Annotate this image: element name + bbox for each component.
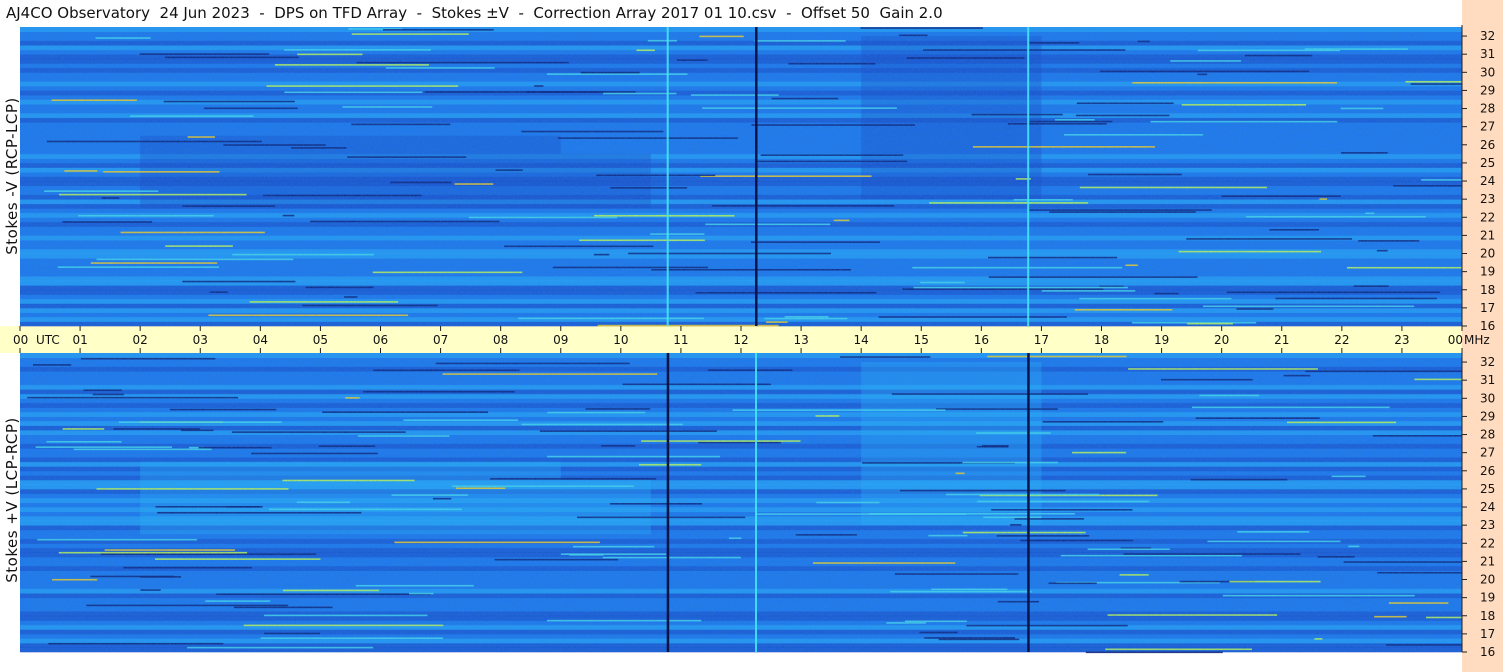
frequency-tick-label: 29	[1480, 83, 1495, 97]
frequency-tick-label: 20	[1480, 573, 1495, 587]
frequency-tick-label: 21	[1480, 228, 1495, 242]
frequency-tick-label: 27	[1480, 446, 1495, 460]
frequency-tick-label: 32	[1480, 355, 1495, 369]
frequency-unit-label: MHz	[1464, 333, 1490, 347]
frequency-tick-label: 26	[1480, 138, 1495, 152]
frequency-tick-label: 22	[1480, 536, 1495, 550]
frequency-tick-label: 24	[1480, 500, 1495, 514]
time-tick-label: 07	[433, 333, 448, 347]
dark-vertical-line	[666, 353, 670, 652]
frequency-tick-label: 18	[1480, 609, 1495, 623]
frequency-tick-label: 23	[1480, 192, 1495, 206]
frequency-tick-label: 25	[1480, 156, 1495, 170]
frequency-tick-label: 27	[1480, 120, 1495, 134]
frequency-tick-label: 30	[1480, 65, 1495, 79]
bottom-spectrogram-panel	[20, 353, 1462, 654]
frequency-tick-label: 21	[1480, 554, 1495, 568]
frequency-tick-label: 28	[1480, 102, 1495, 116]
frequency-tick-label: 29	[1480, 409, 1495, 423]
frequency-tick-label: 24	[1480, 174, 1495, 188]
frequency-tick-label: 16	[1480, 319, 1495, 333]
bright-vertical-line	[755, 353, 758, 652]
time-tick-label: 19	[1154, 333, 1169, 347]
time-tick-label: 15	[914, 333, 929, 347]
time-tick-label: 14	[854, 333, 869, 347]
frequency-tick-label: 30	[1480, 391, 1495, 405]
time-tick-label: 16	[974, 333, 989, 347]
dark-vertical-line	[755, 27, 758, 326]
time-tick-label: 04	[253, 333, 268, 347]
time-tick-label: 09	[553, 333, 568, 347]
spectrogram-chart: 00 01 02 03 04 05 06 07 08 09 10 11 12 13 14 15 16 17 18 19…	[0, 0, 1503, 672]
bright-vertical-line	[1027, 27, 1030, 326]
frequency-tick-label: 31	[1480, 373, 1495, 387]
frequency-tick-label: 28	[1480, 428, 1495, 442]
noise-texture	[20, 27, 1462, 326]
time-tick-label: 17	[1034, 333, 1049, 347]
top-spectrogram-panel	[20, 27, 1462, 327]
frequency-tick-label: 26	[1480, 464, 1495, 478]
frequency-tick-label: 17	[1480, 627, 1495, 641]
time-tick-label: 13	[793, 333, 808, 347]
time-tick-label: 03	[193, 333, 208, 347]
frequency-tick-label: 17	[1480, 301, 1495, 315]
time-tick-label: 12	[733, 333, 748, 347]
time-tick-label: 06	[373, 333, 388, 347]
time-tick-label: 23	[1394, 333, 1409, 347]
time-tick-label: 02	[133, 333, 148, 347]
time-tick-label: 20	[1214, 333, 1229, 347]
frequency-tick-label: 18	[1480, 283, 1495, 297]
time-tick-label: 10	[613, 333, 628, 347]
time-tick-label: 00	[1448, 333, 1463, 347]
time-tick-label: 05	[313, 333, 328, 347]
time-tick-label: 22	[1334, 333, 1349, 347]
dark-vertical-line	[1027, 353, 1030, 652]
time-unit-label: UTC	[36, 333, 60, 347]
frequency-tick-label: 20	[1480, 247, 1495, 261]
time-axis-strip	[0, 326, 1462, 353]
frequency-tick-label: 16	[1480, 645, 1495, 659]
time-tick-label: 21	[1274, 333, 1289, 347]
time-tick-label: 00	[13, 333, 28, 347]
frequency-tick-label: 19	[1480, 265, 1495, 279]
bright-vertical-line	[666, 27, 669, 326]
frequency-tick-label: 23	[1480, 518, 1495, 532]
frequency-tick-label: 32	[1480, 29, 1495, 43]
time-tick-label: 01	[72, 333, 87, 347]
frequency-tick-label: 22	[1480, 210, 1495, 224]
time-tick-label: 08	[493, 333, 508, 347]
time-tick-label: 11	[673, 333, 688, 347]
frequency-tick-label: 19	[1480, 591, 1495, 605]
noise-texture	[20, 353, 1462, 652]
time-tick-label: 18	[1094, 333, 1109, 347]
frequency-tick-label: 25	[1480, 482, 1495, 496]
frequency-tick-label: 31	[1480, 47, 1495, 61]
